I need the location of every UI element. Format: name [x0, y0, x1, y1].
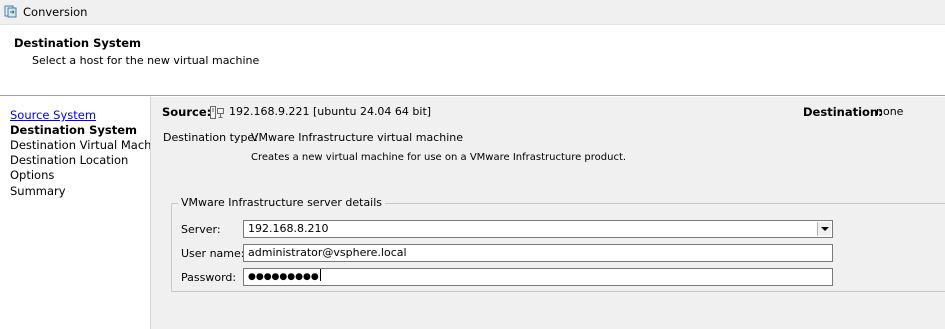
conversion-app-icon: [4, 5, 17, 18]
nav-step-options: Options: [10, 168, 55, 182]
source-label: Source:: [162, 105, 212, 119]
username-value: administrator@vsphere.local: [248, 246, 407, 259]
wizard-steps-nav: Source System Destination System Destina…: [0, 97, 169, 329]
password-input[interactable]: ●●●●●●●●●: [243, 268, 833, 286]
title-bar: Conversion: [0, 0, 945, 25]
server-value: 192.168.8.210: [248, 222, 329, 235]
window-title: Conversion: [23, 5, 88, 19]
destination-type-description: Creates a new virtual machine for use on…: [251, 152, 627, 163]
destination-type-label: Destination type:: [163, 131, 258, 144]
nav-step-source-system[interactable]: Source System: [10, 108, 96, 122]
chevron-down-icon[interactable]: [817, 222, 831, 236]
nav-step-destination-location: Destination Location: [10, 153, 129, 167]
server-details-legend: VMware Infrastructure server details: [178, 196, 386, 209]
server-details-group: VMware Infrastructure server details Ser…: [171, 196, 945, 292]
username-input[interactable]: administrator@vsphere.local: [243, 244, 833, 262]
password-label: Password:: [181, 271, 237, 284]
nav-step-destination-virtual-machine: Destination Virtual Machine: [10, 138, 170, 152]
computer-icon: [210, 106, 224, 119]
username-label: User name:: [181, 247, 245, 260]
wizard-content: Source: 192.168.9.221 [ubuntu 24.04 64 b…: [151, 97, 945, 329]
destination-label: Destination:: [803, 105, 883, 119]
destination-type-value: VMware Infrastructure virtual machine: [251, 131, 464, 144]
page-subtitle: Select a host for the new virtual machin…: [32, 54, 260, 67]
nav-step-destination-system: Destination System: [10, 123, 138, 137]
page-title: Destination System: [14, 36, 142, 50]
destination-value: none: [876, 105, 904, 118]
password-mask: ●●●●●●●●●: [248, 272, 319, 282]
wizard-header: Destination System Select a host for the…: [0, 25, 945, 95]
server-combobox[interactable]: 192.168.8.210: [243, 220, 833, 238]
source-value: 192.168.9.221 [ubuntu 24.04 64 bit]: [229, 105, 432, 118]
server-label: Server:: [181, 223, 221, 236]
text-caret: [319, 269, 321, 281]
nav-step-summary: Summary: [10, 184, 66, 198]
